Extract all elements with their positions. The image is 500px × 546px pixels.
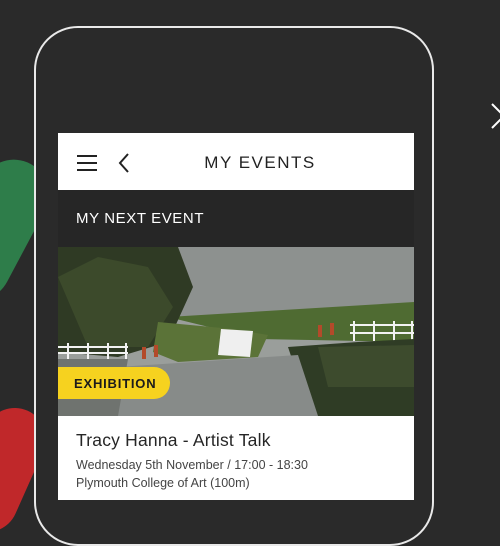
close-icon[interactable] xyxy=(488,100,500,132)
app-header: MY EVENTS xyxy=(58,133,414,190)
page-title: MY EVENTS xyxy=(204,153,316,172)
event-location: Plymouth College of Art (100m) xyxy=(76,476,250,490)
event-time: 17:00 - 18:30 xyxy=(234,458,308,472)
event-title[interactable]: Tracy Hanna - Artist Talk xyxy=(76,430,414,451)
section-header: MY NEXT EVENT xyxy=(58,190,414,247)
event-image[interactable]: EXHIBITION xyxy=(58,247,414,416)
category-badge: EXHIBITION xyxy=(58,367,171,399)
app-screen: MY EVENTS MY NEXT EVENT EXHIBITION Tracy… xyxy=(58,133,414,500)
datetime-separator: / xyxy=(227,458,231,472)
event-datetime: Wednesday 5th November / 17:00 - 18:30 xyxy=(76,458,414,472)
section-title: MY NEXT EVENT xyxy=(76,210,205,227)
event-date: Wednesday 5th November xyxy=(76,458,224,472)
